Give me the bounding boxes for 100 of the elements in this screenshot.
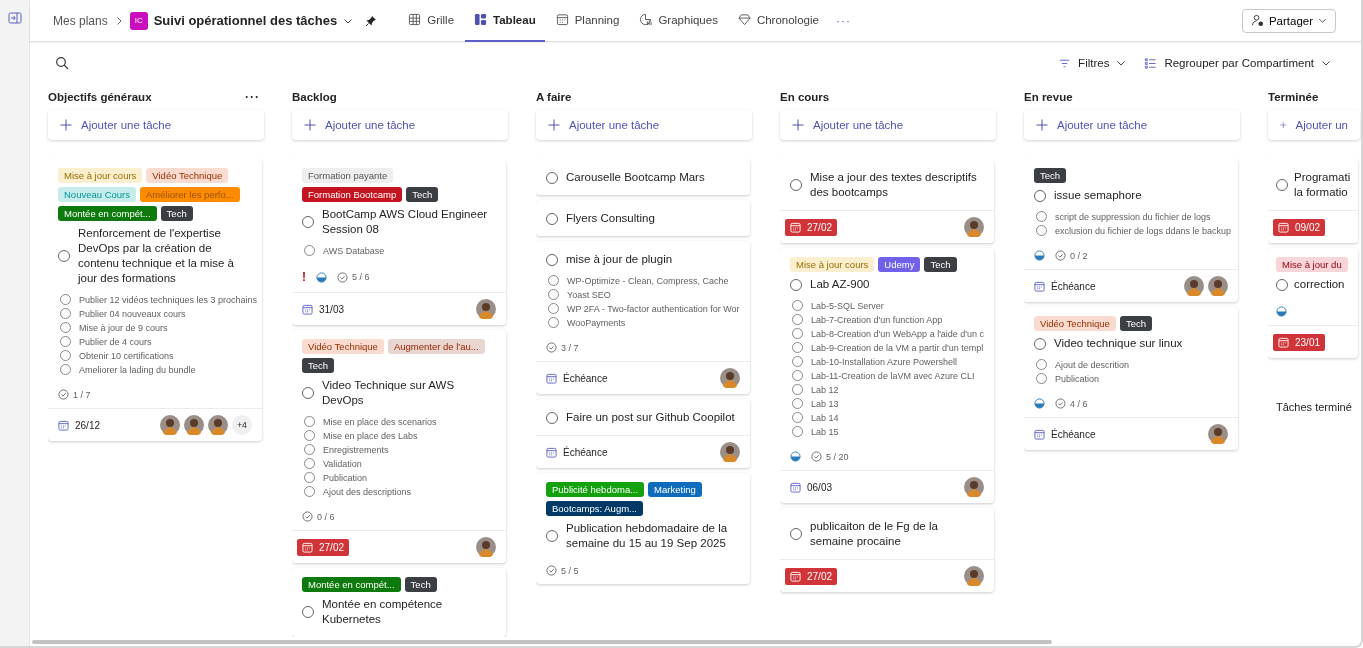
add-task-button[interactable]: Ajouter un [1268,110,1360,140]
due-date[interactable]: 06/03 [785,478,838,496]
label-tag: Mise à jour cours [58,168,143,183]
view-tab[interactable]: Planning [546,0,629,42]
task-card[interactable]: Formation payante Formation Bootcamp Tech BootCamp AWS Cloud Engineer Session 08 AWS Database ! 5 / 6 31/03 [292,159,506,325]
plan-icon: IC [129,11,148,30]
column-title: A faire [536,91,572,103]
label-tag: Marketing [648,482,702,497]
task-card[interactable]: Montée en compét... Tech Montée en compétence Kubernetes [292,568,506,637]
view-tab[interactable]: Grille [399,0,464,42]
completed-tasks-link[interactable]: Tâches terminé [1268,401,1352,413]
due-date[interactable]: 31/03 [297,300,350,318]
subtask-label: Publication [1055,373,1100,384]
due-date[interactable]: Échéance [1029,425,1101,443]
board-icon [474,13,488,26]
task-card[interactable]: Carouselle Bootcamp Mars [536,159,750,195]
filter-button[interactable]: Filtres [1058,56,1127,70]
chevron-down-icon[interactable] [1318,16,1327,25]
subtask-label: Mise en place des Labs [323,430,418,441]
plus-icon [1280,119,1287,131]
subtask-label: Ameliorer la lading du bundle [79,364,196,375]
checklist-icon [1055,250,1066,261]
checklist-count: 3 / 7 [561,342,579,353]
subtask-label: WP-Optimize - Clean, Compress, Cache [567,275,729,286]
task-card[interactable] [780,248,994,503]
label-tag: Vidéo Technique [146,168,229,183]
checklist-count: 5 / 6 [352,272,370,282]
due-date[interactable]: 09/02 [1273,218,1326,236]
chevron-down-icon[interactable] [1321,58,1331,68]
label-tag: Mise à jour cours [790,257,875,272]
due-date[interactable]: 23/01 [1273,333,1326,351]
label-tag: Tech [1119,316,1152,331]
subtask-label: Obtenir 10 certifications [79,350,174,361]
calendar-icon [302,541,313,553]
breadcrumb-link[interactable]: Mes plans [53,13,108,28]
task-card[interactable]: Mise à jour du correction 23/01 [1268,248,1358,358]
group-by-button[interactable]: Regrouper par Compartiment [1144,56,1331,70]
checklist-count: 5 / 5 [561,565,579,576]
task-title: Video technique sur linux [1054,336,1183,351]
task-title: Lab AZ-900 [810,277,870,292]
due-date[interactable]: Échéance [541,369,613,387]
pin-icon[interactable] [365,14,378,27]
calendar-icon [790,570,801,582]
label-tag: Tech [1034,168,1067,183]
label-tag: Formation payante [302,168,394,183]
task-card[interactable]: Programati la formatio 09/02 [1268,159,1358,243]
subtask-label: Lab-9-Creation de la VM a partir d'un templ [811,342,984,353]
add-task-button[interactable]: Ajouter une tâche [780,110,996,140]
due-date[interactable]: Échéance [541,443,613,461]
subtask-label: Mise en place des scenarios [323,416,437,427]
chart-icon [639,13,653,26]
task-card[interactable]: Mise a jour des textes descriptifs des bootcamps 27/02 [780,159,994,243]
panel-toggle-icon[interactable] [7,11,22,25]
label-tag: Tech [924,257,957,272]
label-tag: Vidéo Technique [1034,316,1116,331]
plan-title[interactable]: Suivi opérationnel des tâches [153,13,338,28]
view-tab[interactable]: Tableau [465,0,545,42]
column-menu-button[interactable]: ··· [245,90,260,104]
plus-icon [1036,119,1048,131]
task-card[interactable]: publicaiton de le Fg de la semaine procaine 27/02 [780,508,994,592]
task-card[interactable]: mise à jour de plugin WP-Optimize - Clean, Compress, Cache Yoast SEO WP 2FA - Two-factor authentication for Wor WooPayments 3 / 7 Échéance [536,241,750,394]
label-tag: Udemy [878,257,921,272]
task-card[interactable]: Faire un post sur Github Coopilot Échéance [536,399,750,468]
calendar-icon [546,372,557,384]
search-icon[interactable] [55,56,69,70]
add-task-button[interactable]: Ajouter une tâche [292,110,508,140]
view-tab[interactable]: Chronologie [728,0,828,42]
task-card[interactable]: Flyers Consulting [536,200,750,236]
column-title: Backlog [292,91,337,103]
more-views-button[interactable]: ··· [835,13,851,28]
task-card[interactable]: Vidéo Technique Tech Video technique sur linux Ajout de descrition Publication 4 / 6 Échéance [1024,307,1238,450]
due-date[interactable]: 27/02 [785,218,838,236]
more-assignees-badge[interactable]: +4 [232,415,252,435]
task-title: mise à jour de plugin [566,252,673,267]
chevron-down-icon[interactable] [1116,58,1127,68]
subtask-label: Enregistrements [323,444,389,455]
due-date[interactable]: 26/12 [53,416,106,434]
task-card[interactable]: Vidéo Technique Augmenter de l'au... Tech Video Technique sur AWS DevOps Mise en place des scenarios Mise en place des Labs Enregistrements Validation Publication Ajout des descriptions 0 / 6 27/02 [292,330,506,563]
view-tab[interactable]: Graphiques [630,0,727,42]
add-task-button[interactable]: Ajouter une tâche [536,110,752,140]
due-date[interactable]: 27/02 [297,538,350,556]
add-task-button[interactable]: Ajouter une tâche [48,110,264,140]
calendar-icon [1278,336,1289,348]
task-card[interactable]: Tech issue semaphore script de suppression du fichier de logs exclusion du fichier de logs ddans le backup 0 / 2 Échéance [1024,159,1238,302]
subtask-label: WP 2FA - Two-factor authentication for Wor [567,303,740,314]
add-task-button[interactable]: Ajouter une tâche [1024,110,1240,140]
subtask-label: Lab 12 [811,384,839,395]
subtask-label: script de suppression du fichier de logs [1055,211,1211,222]
subtask-label: exclusion du fichier de logs ddans le backup [1055,225,1232,236]
task-title: Publication hebdomadaire de la semaine du 15 au 19 Sep 2025 [566,521,729,551]
task-card[interactable]: Publicité hebdoma... Marketing Bootcamps: Augm... Publication hebdomadaire de la semaine du 15 au 19 Sep 2025 5 / 5 [536,473,750,584]
due-date[interactable]: Échéance [1029,277,1101,295]
due-date[interactable]: 27/02 [785,567,838,585]
task-title: Carouselle Bootcamp Mars [566,170,705,185]
task-title: publicaiton de le Fg de la semaine procaine [810,519,939,549]
horizontal-scrollbar[interactable] [32,639,1052,644]
label-tag: Tech [160,206,193,221]
share-button[interactable]: Partager [1241,8,1336,33]
checklist-icon [811,451,822,462]
plus-icon [304,119,316,131]
